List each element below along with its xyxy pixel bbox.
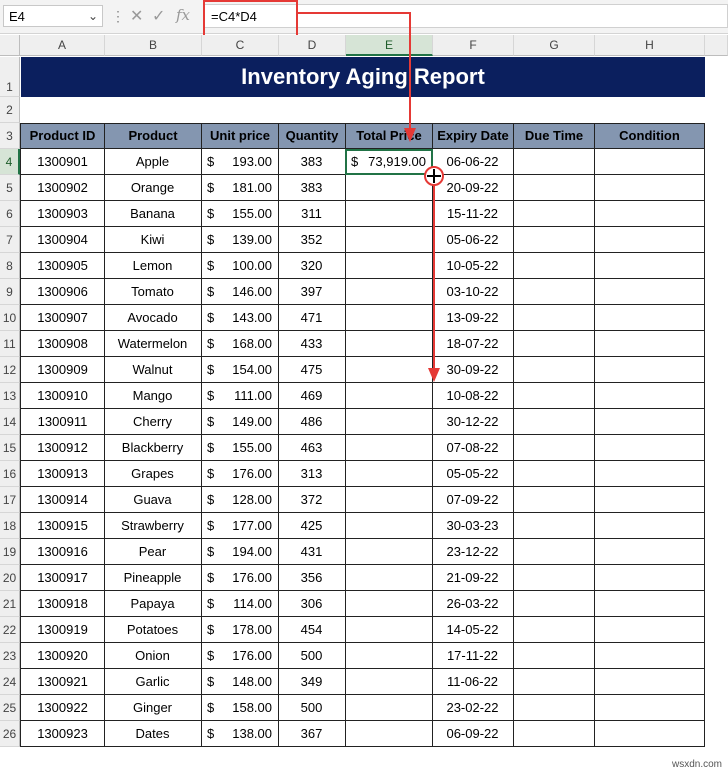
annotation-arrows <box>298 12 444 382</box>
formula-arrow <box>298 12 411 136</box>
formula-arrow-head <box>404 128 416 142</box>
watermark: wsxdn.com <box>671 759 722 770</box>
drag-arrow-head <box>428 368 440 382</box>
